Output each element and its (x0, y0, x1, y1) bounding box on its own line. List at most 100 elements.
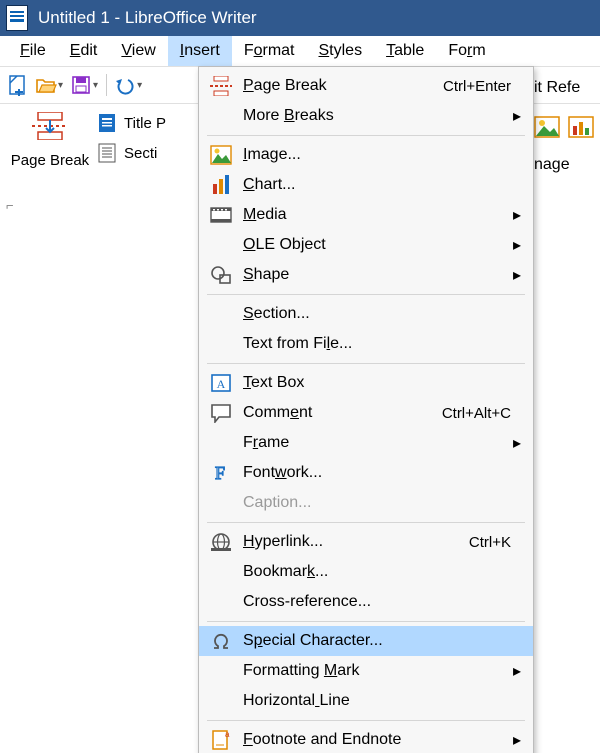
open-button[interactable] (32, 71, 60, 99)
undo-button[interactable] (111, 71, 139, 99)
menu-item-text-box[interactable]: A Text Box (199, 368, 533, 398)
menu-item-cross-reference[interactable]: Cross-reference... (199, 587, 533, 617)
menu-item-section[interactable]: Section... (199, 299, 533, 329)
menu-item-label: Page Break (243, 77, 433, 95)
menu-item-label: Bookmark... (243, 563, 511, 581)
footnote-icon: a (207, 729, 235, 751)
undo-dropdown-arrow[interactable]: ▾ (137, 80, 142, 91)
menu-item-page-break[interactable]: Page Break Ctrl+Enter (199, 71, 533, 101)
menu-item-label: Media (243, 206, 511, 224)
edit-references-fragment[interactable]: it Refe (534, 74, 594, 102)
blank-icon (207, 303, 235, 325)
menu-table[interactable]: Table (374, 36, 436, 66)
submenu-arrow-icon: ▸ (511, 661, 521, 681)
titlebar: Untitled 1 - LibreOffice Writer (0, 0, 600, 36)
page-break-icon (32, 112, 68, 140)
hyperlink-icon (207, 531, 235, 553)
menu-styles[interactable]: Styles (307, 36, 375, 66)
submenu-arrow-icon: ▸ (511, 433, 521, 453)
new-button[interactable] (4, 71, 32, 99)
menu-edit[interactable]: Edit (58, 36, 110, 66)
menu-item-text-from-file[interactable]: Text from File... (199, 329, 533, 359)
section-icon (96, 142, 118, 164)
menu-item-label: Text Box (243, 374, 511, 392)
menu-item-shortcut: Ctrl+Enter (443, 78, 511, 95)
page-break-big-button[interactable]: Page Break (4, 108, 96, 169)
page-break-label: Page Break (11, 152, 89, 169)
blank-icon (207, 333, 235, 355)
menu-item-formatting-mark[interactable]: Formatting Mark▸ (199, 656, 533, 686)
menu-item-comment[interactable]: Comment Ctrl+Alt+C (199, 398, 533, 428)
menu-item-special-character[interactable]: Special Character... (199, 626, 533, 656)
submenu-arrow-icon: ▸ (511, 106, 521, 126)
menu-item-shape[interactable]: Shape▸ (199, 260, 533, 290)
menu-insert[interactable]: Insert (168, 36, 232, 66)
toolbar-separator (106, 74, 107, 96)
menu-file[interactable]: File (8, 36, 58, 66)
menubar: FileEditViewInsertFormatStylesTableForm (0, 36, 600, 67)
menu-item-fontwork[interactable]: FFontwork... (199, 458, 533, 488)
media-icon (207, 204, 235, 226)
menu-format[interactable]: Format (232, 36, 307, 66)
menu-item-label: Horizontal Line (243, 692, 511, 710)
title-page-icon (96, 112, 118, 134)
submenu-arrow-icon: ▸ (511, 205, 521, 225)
title-page-button[interactable]: Title P (96, 112, 166, 134)
margin-corner-mark: ⌐ (6, 198, 14, 213)
blank-icon (207, 690, 235, 712)
comment-icon (207, 402, 235, 424)
menu-view[interactable]: View (109, 36, 167, 66)
menu-item-bookmark[interactable]: Bookmark... (199, 557, 533, 587)
chart-button-icon[interactable] (568, 116, 594, 138)
menu-separator (207, 522, 525, 523)
menu-item-frame[interactable]: Frame▸ (199, 428, 533, 458)
save-button[interactable] (67, 71, 95, 99)
omega-icon (207, 630, 235, 652)
blank-icon (207, 492, 235, 514)
menu-item-label: Shape (243, 266, 511, 284)
menu-separator (207, 621, 525, 622)
fontwork-icon: F (207, 462, 235, 484)
image-button-icon[interactable] (534, 116, 560, 138)
blank-icon (207, 660, 235, 682)
menu-item-label: Comment (243, 404, 432, 422)
menu-item-footnote-and-endnote[interactable]: aFootnote and Endnote▸ (199, 725, 533, 753)
menu-item-chart[interactable]: Chart... (199, 170, 533, 200)
blank-icon (207, 591, 235, 613)
menu-item-label: Formatting Mark (243, 662, 511, 680)
svg-text:a: a (225, 730, 230, 739)
svg-text:A: A (217, 377, 226, 391)
menu-item-label: Special Character... (243, 632, 511, 650)
menu-item-label: OLE Object (243, 236, 511, 254)
insert-menu-dropdown: Page BreakCtrl+EnterMore Breaks▸Image...… (198, 66, 534, 753)
shape-icon (207, 264, 235, 286)
menu-item-label: More Breaks (243, 107, 511, 125)
svg-text:F: F (215, 463, 225, 483)
menu-separator (207, 720, 525, 721)
blank-icon (207, 432, 235, 454)
textbox-icon: A (207, 372, 235, 394)
image-group-label: nage (534, 156, 594, 174)
menu-item-label: Cross-reference... (243, 593, 511, 611)
menu-item-label: Frame (243, 434, 511, 452)
section-button[interactable]: Secti (96, 142, 166, 164)
menu-item-shortcut: Ctrl+Alt+C (442, 405, 511, 422)
page-break-icon (207, 75, 235, 97)
blank-icon (207, 561, 235, 583)
menu-item-label: Footnote and Endnote (243, 731, 511, 749)
menu-item-hyperlink[interactable]: Hyperlink...Ctrl+K (199, 527, 533, 557)
menu-item-ole-object[interactable]: OLE Object▸ (199, 230, 533, 260)
window-title: Untitled 1 - LibreOffice Writer (38, 8, 257, 28)
menu-item-horizontal-line[interactable]: Horizontal Line (199, 686, 533, 716)
menu-item-image[interactable]: Image... (199, 140, 533, 170)
save-dropdown-arrow[interactable]: ▾ (93, 80, 98, 91)
chart-icon (207, 174, 235, 196)
menu-separator (207, 363, 525, 364)
title-page-label: Title P (124, 115, 166, 132)
open-dropdown-arrow[interactable]: ▾ (58, 80, 63, 91)
section-label: Secti (124, 145, 157, 162)
menu-form[interactable]: Form (436, 36, 497, 66)
blank-icon (207, 234, 235, 256)
menu-item-media[interactable]: Media▸ (199, 200, 533, 230)
menu-item-more-breaks[interactable]: More Breaks▸ (199, 101, 533, 131)
